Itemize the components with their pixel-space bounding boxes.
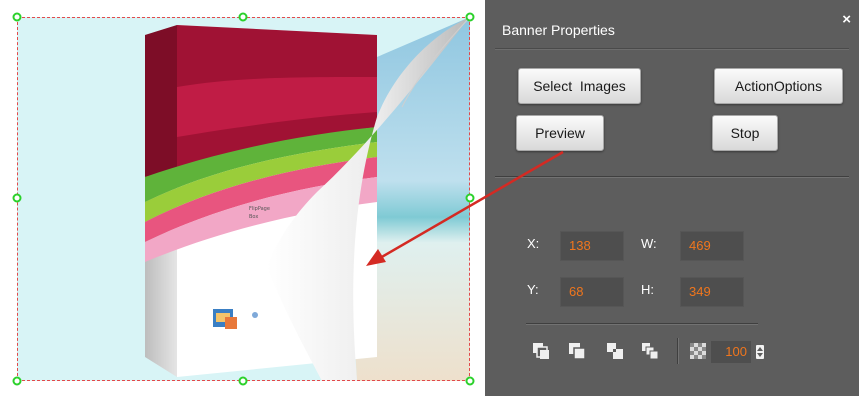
action-options-button[interactable]: ActionOptions bbox=[714, 68, 843, 104]
preview-button[interactable]: Preview bbox=[516, 115, 604, 151]
select-images-button[interactable]: Select Images bbox=[518, 68, 641, 104]
x-label: X: bbox=[527, 236, 540, 251]
w-label: W: bbox=[641, 236, 657, 251]
resize-handle-bottom-right[interactable] bbox=[465, 376, 475, 386]
banner-artwork: FlipPage Box bbox=[145, 17, 470, 381]
resize-handle-bottom[interactable] bbox=[238, 376, 248, 386]
y-label: Y: bbox=[527, 282, 539, 297]
section-divider bbox=[495, 176, 849, 177]
send-backward-icon[interactable] bbox=[641, 342, 659, 360]
y-value-field[interactable]: 68 bbox=[560, 277, 624, 307]
resize-handle-right[interactable] bbox=[465, 193, 475, 203]
resize-handle-bottom-left[interactable] bbox=[12, 376, 22, 386]
opacity-spinner[interactable] bbox=[756, 345, 764, 359]
opacity-icon bbox=[690, 343, 706, 359]
close-icon[interactable]: × bbox=[842, 12, 851, 27]
bring-forward-icon[interactable] bbox=[606, 342, 624, 360]
w-value-field[interactable]: 469 bbox=[680, 231, 744, 261]
resize-handle-top-right[interactable] bbox=[465, 12, 475, 22]
banner-canvas: FlipPage Box bbox=[0, 0, 485, 396]
h-value-field[interactable]: 349 bbox=[680, 277, 744, 307]
opacity-input[interactable]: 100 bbox=[711, 341, 751, 363]
toolbar-vertical-divider bbox=[677, 338, 678, 364]
resize-handle-left[interactable] bbox=[12, 193, 22, 203]
title-divider bbox=[495, 48, 849, 49]
box-label-line1: FlipPage bbox=[249, 206, 270, 212]
bring-to-front-icon[interactable] bbox=[532, 342, 550, 360]
stop-button[interactable]: Stop bbox=[712, 115, 778, 151]
panel-title: Banner Properties bbox=[502, 22, 615, 38]
banner-preview[interactable]: FlipPage Box bbox=[17, 17, 470, 381]
resize-handle-top[interactable] bbox=[238, 12, 248, 22]
resize-handle-top-left[interactable] bbox=[12, 12, 22, 22]
x-value-field[interactable]: 138 bbox=[560, 231, 624, 261]
banner-properties-panel: Banner Properties × Select Images Action… bbox=[485, 0, 859, 396]
h-label: H: bbox=[641, 282, 654, 297]
toolbar-divider bbox=[526, 323, 758, 324]
box-label-line2: Box bbox=[249, 214, 258, 220]
send-to-back-icon[interactable] bbox=[568, 342, 586, 360]
